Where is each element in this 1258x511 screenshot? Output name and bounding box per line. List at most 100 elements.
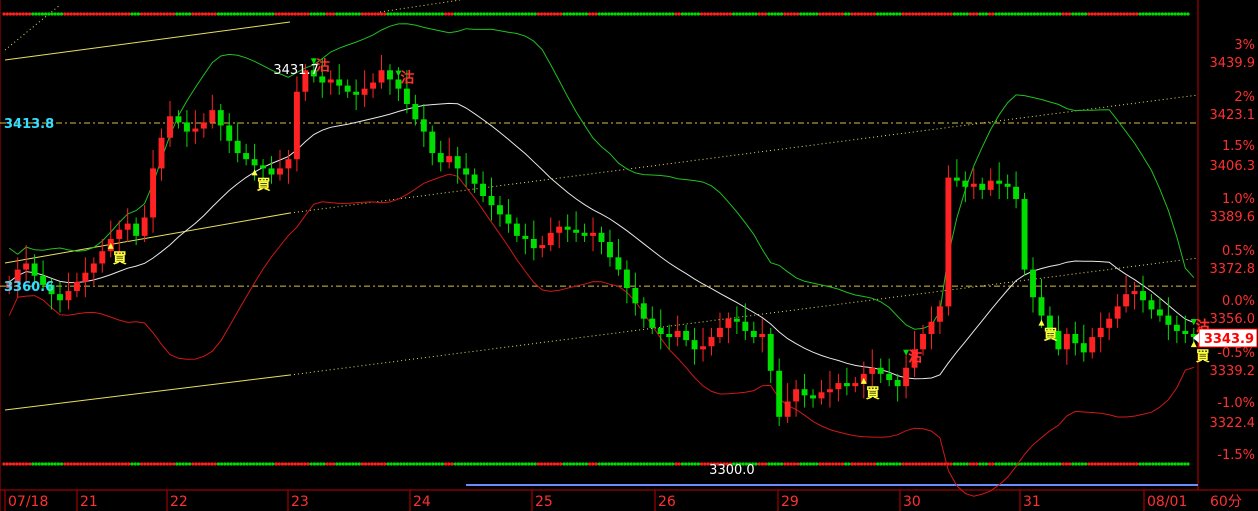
signal-dot [1170,12,1174,16]
candle-body [124,223,131,230]
candle-body [23,263,30,270]
signal-dot [626,462,630,466]
signal-dot [495,462,499,466]
signal-dot [978,12,982,16]
candle-body [1080,343,1087,353]
signal-dot [264,462,268,466]
signal-dot [175,462,179,466]
signal-dot [799,462,803,466]
signal-dot [322,462,326,466]
signal-dot [338,12,342,16]
candle-body [1013,186,1020,200]
signal-dot [220,12,224,16]
signal-dot [588,12,592,16]
signal-dot [520,12,525,16]
candle-body [810,395,816,399]
signal-dot [367,462,371,466]
candle-body [73,281,80,292]
signal-dot [405,462,409,466]
candle-body [446,156,453,163]
price-chart[interactable]: 3413.83360.63431.73300.0買沽買沽買沽買沽買沽 3%2%1… [0,0,1258,511]
signal-dot [34,12,38,16]
signal-dot [600,462,605,466]
signal-dot [255,12,259,16]
signal-dot [642,462,646,466]
signal-dot [504,462,508,466]
candle-body [1038,297,1045,316]
signal-dot [1010,12,1014,16]
signal-dot [1087,462,1091,466]
candle-body [361,88,368,95]
signal-dot [732,12,736,16]
signal-dot [652,12,656,16]
signal-dot [664,12,669,16]
signal-dot [252,462,256,466]
signal-dot [508,12,512,16]
signal-dot [258,12,262,16]
signal-dot [380,462,384,466]
signal-dot [280,12,284,16]
date-label: 22 [170,494,188,510]
signal-dot [460,462,464,466]
signal-dot [104,12,108,16]
candle-body [522,235,529,239]
signal-dot [898,462,902,466]
signal-dot [1090,462,1094,466]
candle-body [277,168,283,175]
date-label: 26 [658,494,676,510]
signal-dot [754,12,758,16]
candle-body [209,110,216,123]
signal-dot [716,12,720,16]
candle-body [869,367,876,374]
candle-body [175,116,182,123]
signal-dot [303,462,307,466]
signal-dot [984,462,989,466]
signal-dot [79,462,83,466]
signal-dot [28,462,32,466]
sell-signal: 沽 [908,349,922,366]
signal-dot [1164,12,1168,16]
signal-dot [21,12,25,16]
signal-dot [69,462,73,466]
signal-dot [780,12,784,16]
candle-body [183,122,190,132]
low-annotation: 3300.0 [709,463,755,478]
signal-dot [8,12,12,16]
signal-dot [232,462,236,466]
candle-body [429,131,436,154]
candle-body [226,125,233,141]
signal-dot [1013,12,1017,16]
candle-body [573,229,580,233]
signal-dot [898,12,902,16]
candle-body [801,389,808,396]
signal-dot [492,462,496,466]
date-label: 29 [781,494,799,510]
signal-dot [284,12,288,16]
signal-dot [504,12,508,16]
candle-body [1072,334,1079,344]
signal-dot [476,12,480,16]
candle-body [285,159,292,169]
signal-dot [540,12,544,16]
signal-dot [1039,462,1043,466]
signal-dot [216,12,220,16]
signal-dot [773,12,777,16]
signal-dot [661,462,665,466]
axis-percent-label: 0.5% [1222,244,1255,259]
signal-dot [728,12,733,16]
signal-dot [1167,462,1171,466]
signal-dot [556,462,560,466]
signal-dot [12,462,16,466]
signal-dot [757,12,761,16]
candle-body [319,76,326,83]
signal-dot [860,462,864,466]
signal-dot [933,462,937,466]
signal-dot [168,12,172,16]
signal-dot [844,12,848,16]
signal-dot [856,12,861,16]
signal-dot [165,462,169,466]
signal-dot [930,12,934,16]
signal-dot [805,12,809,16]
signal-dot [194,12,198,16]
signal-dot [597,462,601,466]
